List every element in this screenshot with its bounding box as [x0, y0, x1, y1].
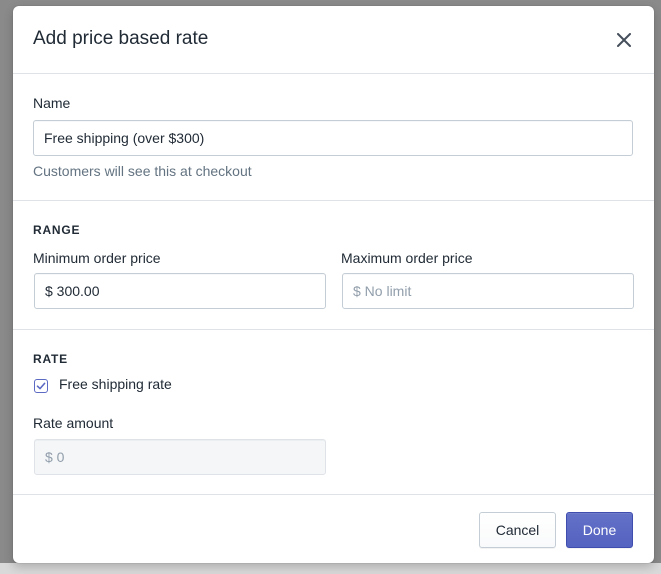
rate-amount-label: Rate amount: [33, 415, 114, 431]
min-price-label: Minimum order price: [33, 250, 161, 266]
range-heading: RANGE: [33, 223, 81, 237]
name-help-text: Customers will see this at checkout: [33, 163, 252, 179]
backdrop: [0, 563, 661, 574]
range-section: RANGE Minimum order price Maximum order …: [13, 201, 654, 330]
close-button[interactable]: [612, 28, 636, 52]
rate-section: RATE Free shipping rate Rate amount: [13, 330, 654, 495]
modal-header: Add price based rate: [13, 6, 654, 74]
max-price-label: Maximum order price: [341, 250, 473, 266]
name-section: Name Customers will see this at checkout: [13, 74, 654, 201]
min-price-input[interactable]: [34, 273, 326, 309]
free-shipping-checkbox[interactable]: [34, 379, 48, 393]
close-icon: [617, 33, 631, 47]
checkmark-icon: [36, 382, 46, 390]
add-price-rate-modal: Add price based rate Name Customers will…: [13, 6, 654, 563]
free-shipping-checkbox-label[interactable]: Free shipping rate: [59, 376, 172, 392]
rate-heading: RATE: [33, 352, 68, 366]
name-label: Name: [33, 95, 71, 111]
modal-title: Add price based rate: [33, 28, 209, 49]
rate-amount-input: [34, 439, 326, 475]
name-input[interactable]: [33, 120, 633, 156]
modal-footer: Cancel Done: [13, 495, 654, 563]
cancel-button[interactable]: Cancel: [479, 512, 556, 548]
done-button[interactable]: Done: [566, 512, 633, 548]
max-price-input[interactable]: [342, 273, 634, 309]
